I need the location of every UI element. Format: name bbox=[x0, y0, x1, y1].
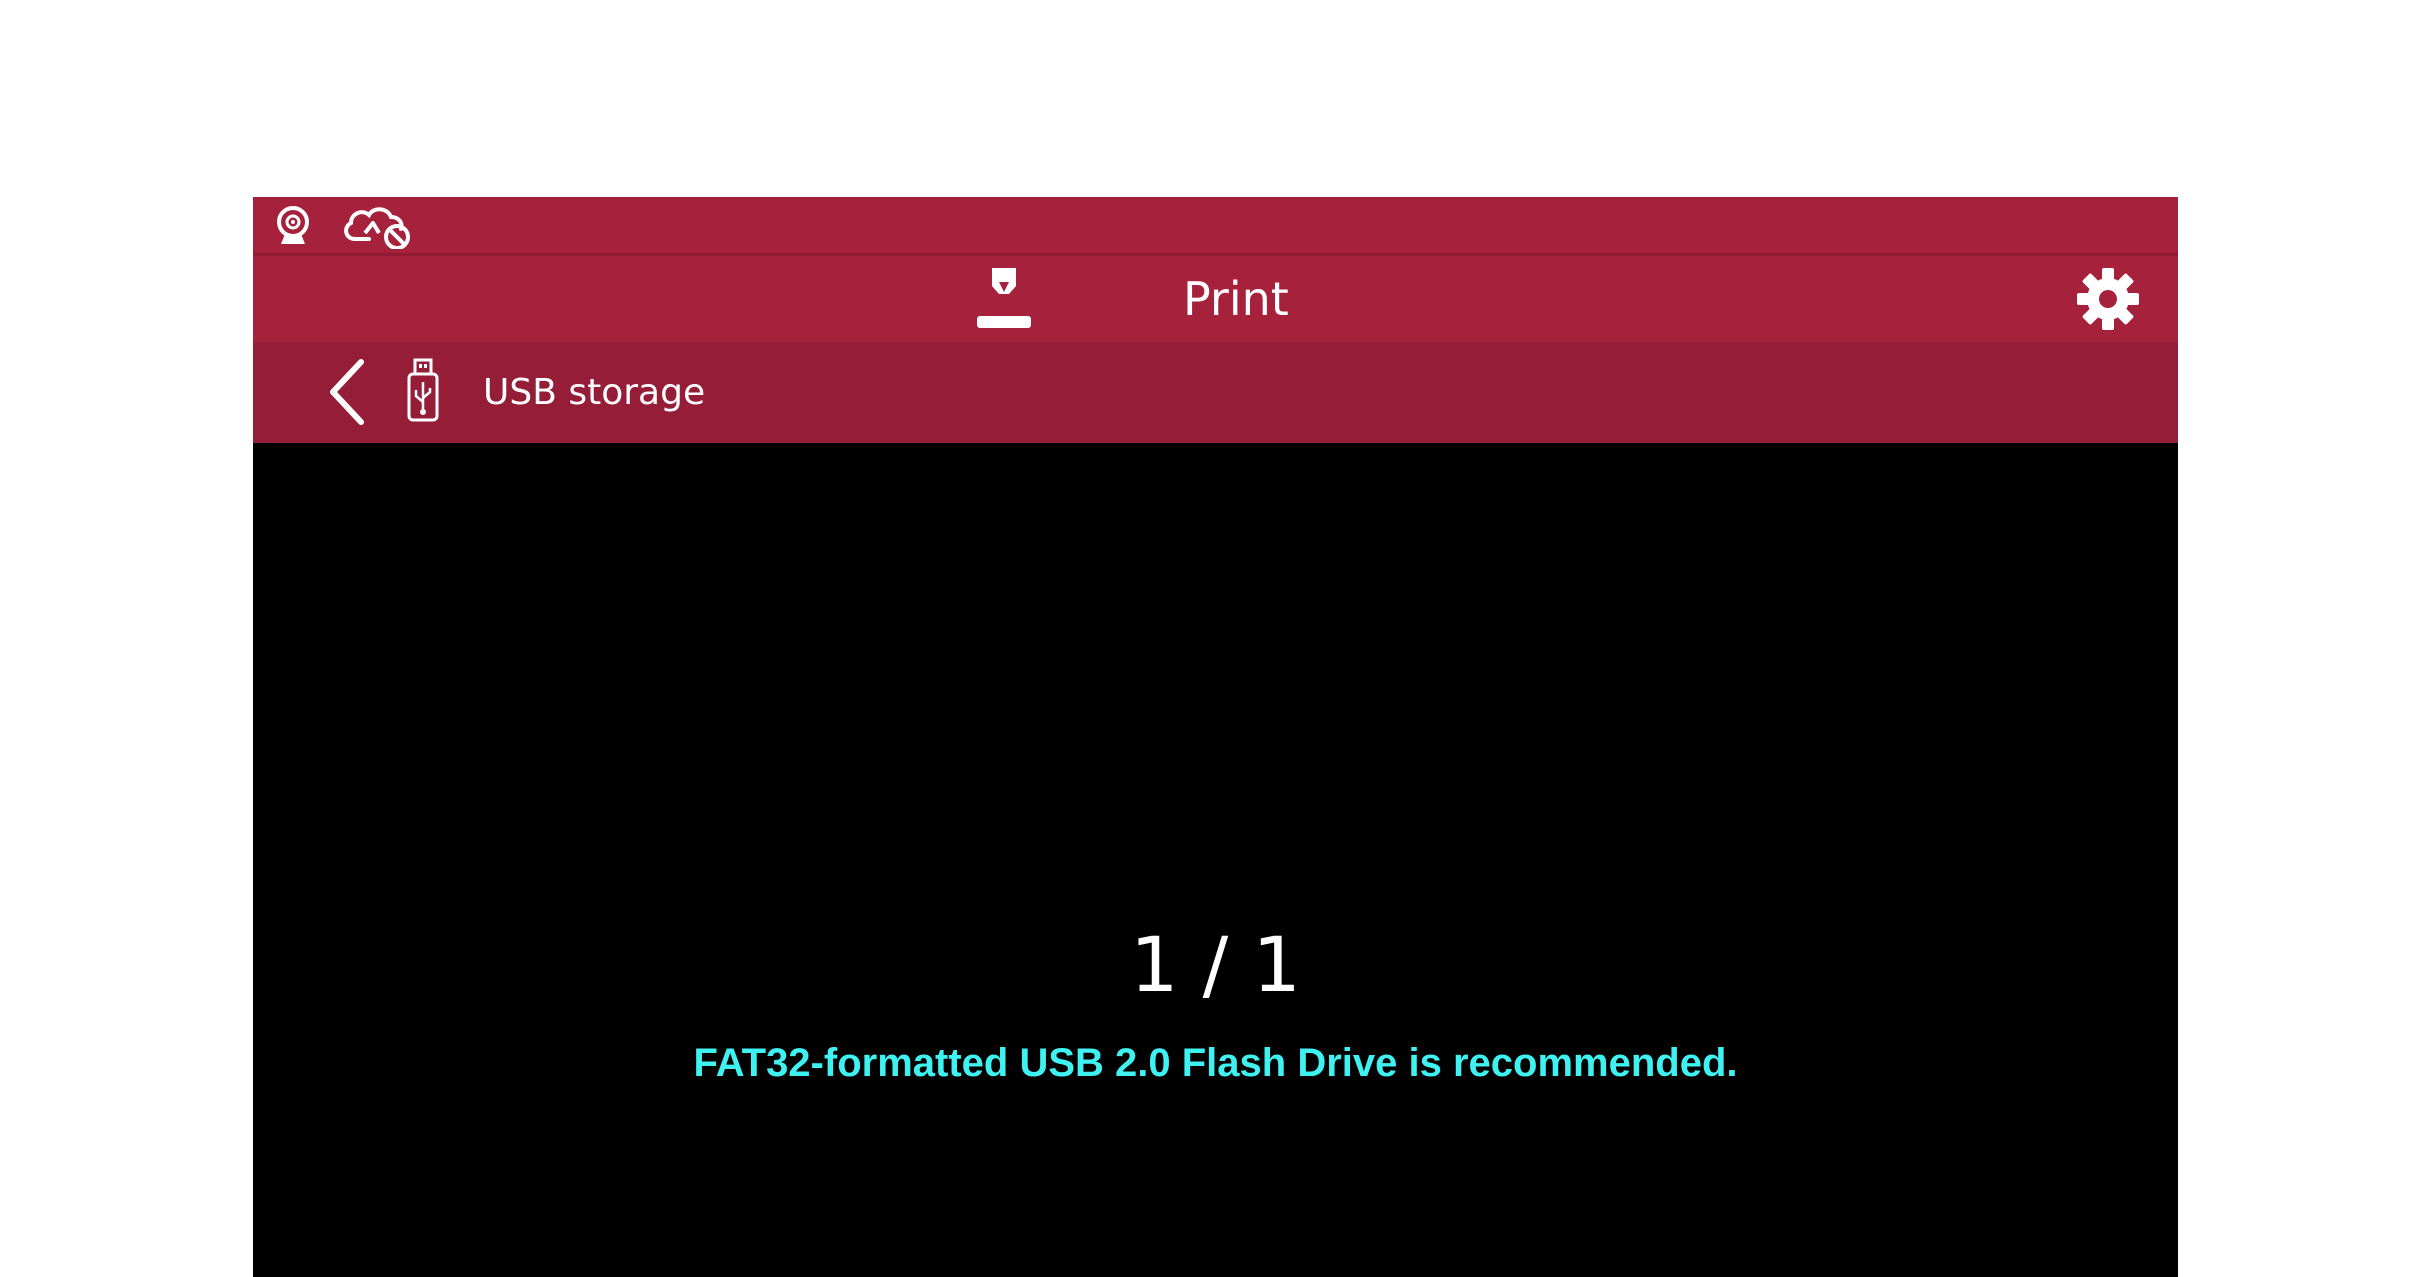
usb-drive-icon bbox=[405, 358, 441, 424]
usb-format-hint: FAT32-formatted USB 2.0 Flash Drive is r… bbox=[693, 1041, 1738, 1085]
webcam-icon[interactable] bbox=[273, 203, 313, 249]
print-icon bbox=[969, 264, 1039, 334]
printer-screen: Print USB storage 1 / 1 FAT32-formatted … bbox=[253, 197, 2178, 1277]
status-bar bbox=[253, 197, 2178, 256]
chevron-left-icon[interactable] bbox=[323, 356, 373, 428]
breadcrumb-bar: USB storage bbox=[253, 342, 2178, 443]
header-bar: Print bbox=[253, 256, 2178, 342]
page-title: Print bbox=[1183, 272, 1289, 326]
gear-icon[interactable] bbox=[2075, 266, 2141, 332]
cloud-disconnected-icon[interactable] bbox=[341, 203, 417, 249]
page-indicator: 1 / 1 bbox=[1130, 920, 1301, 1009]
breadcrumb-title: USB storage bbox=[483, 372, 706, 413]
